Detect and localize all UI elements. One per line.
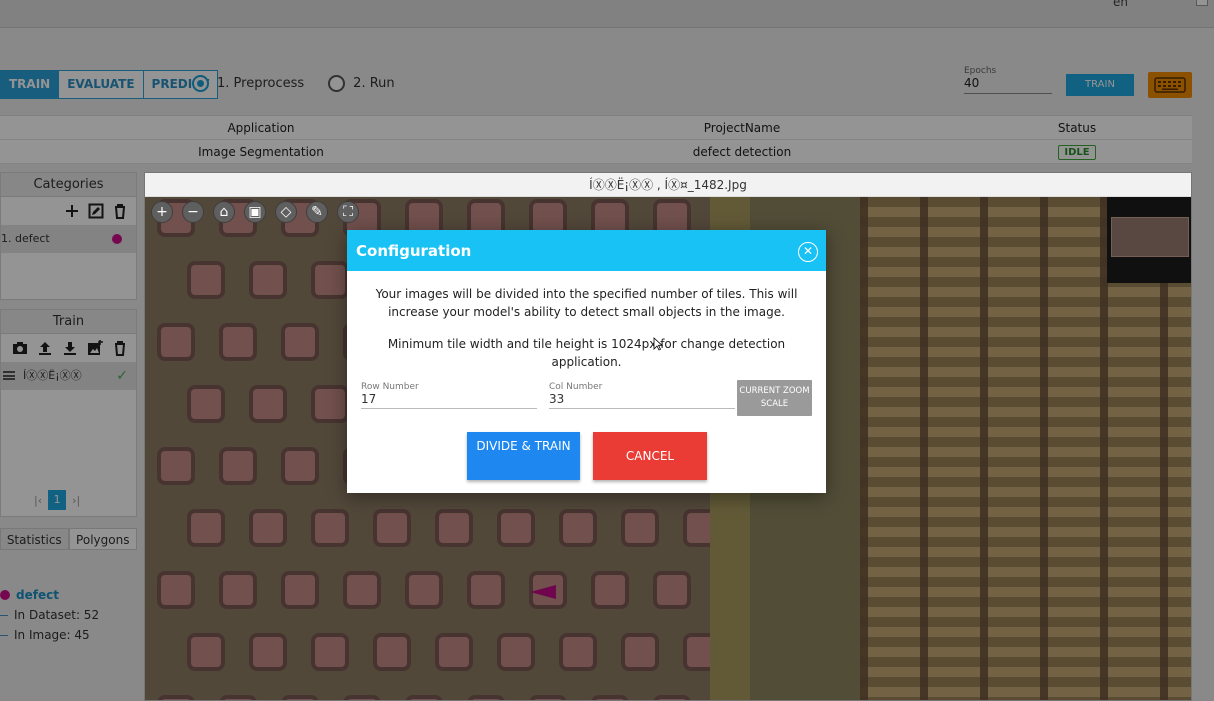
col-number-input[interactable]: 33 [549, 392, 735, 408]
cancel-button[interactable]: CANCEL [593, 432, 707, 480]
dialog-message: Your images will be divided into the spe… [375, 287, 798, 319]
close-icon[interactable]: ✕ [798, 242, 818, 262]
polygon-icon[interactable]: ◇ [275, 201, 297, 223]
brush-icon[interactable]: ✎ [306, 201, 328, 223]
row-number-field[interactable]: Row Number 17 [361, 382, 537, 409]
viewer-toolbar: + − ⌂ ▣ ◇ ✎ ⛶ [151, 201, 359, 223]
divide-and-train-button[interactable]: DIVIDE & TRAIN [467, 432, 580, 480]
col-number-label: Col Number [549, 382, 603, 392]
home-icon[interactable]: ⌂ [213, 201, 235, 223]
col-number-field[interactable]: Col Number 33 [549, 382, 735, 409]
zoom-out-icon[interactable]: − [182, 201, 204, 223]
zoom-in-icon[interactable]: + [151, 201, 173, 223]
current-zoom-scale-button[interactable]: CURRENT ZOOM SCALE [737, 380, 812, 416]
image-filename: ÍⓍⓍË¡ⓍⓍ , ÍⓍ¤_1482.Jpg [145, 173, 1191, 197]
row-number-input[interactable]: 17 [361, 392, 537, 408]
row-number-label: Row Number [361, 382, 419, 392]
configuration-dialog: Configuration ✕ Your images will be divi… [347, 230, 826, 493]
dialog-header: Configuration ✕ [347, 230, 826, 271]
dialog-title: Configuration [356, 242, 472, 260]
mouse-cursor-icon [653, 337, 663, 351]
fullscreen-icon[interactable]: ⛶ [337, 201, 359, 223]
dialog-min-size-note: Minimum tile width and tile height is 10… [387, 337, 786, 369]
fit-icon[interactable]: ▣ [244, 201, 266, 223]
